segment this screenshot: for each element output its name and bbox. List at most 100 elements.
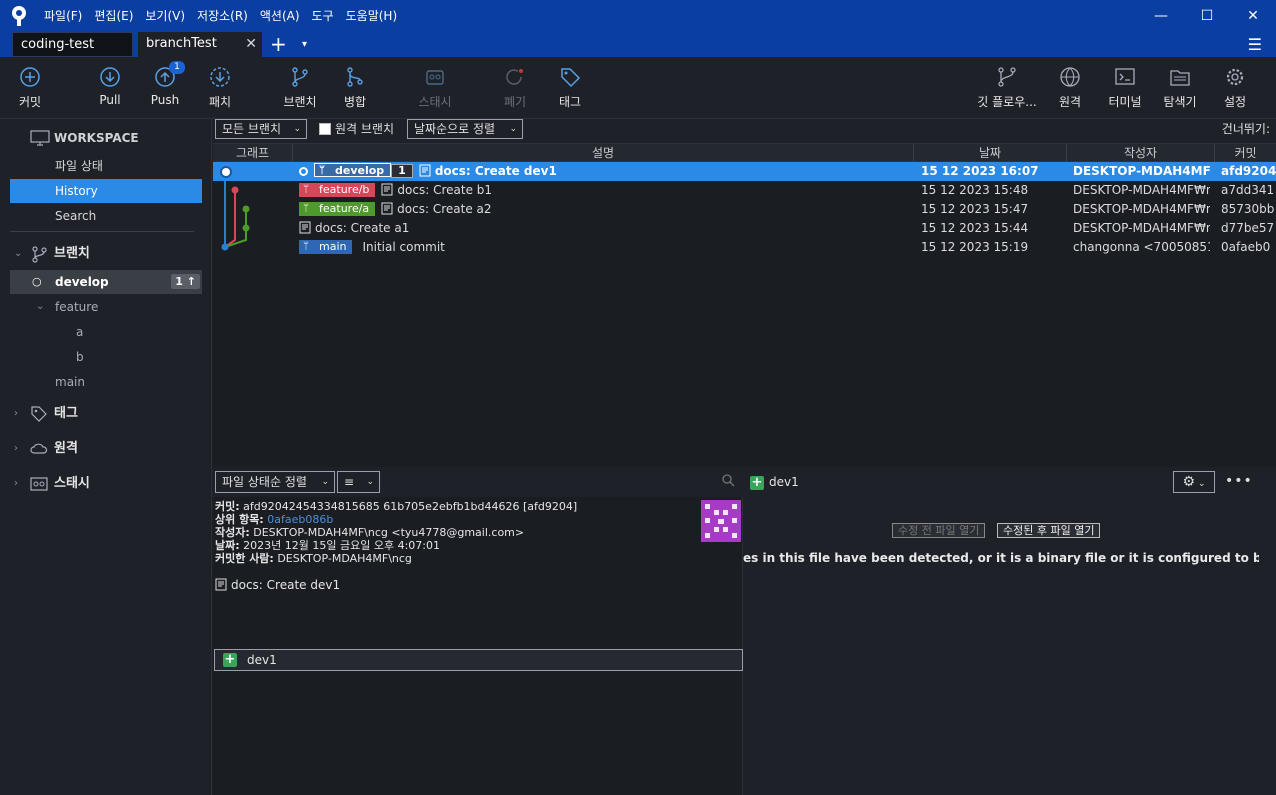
table-row[interactable]: ᛘ develop 1 docs: Create dev1 15 12 2023 16… [213, 162, 1276, 181]
git-flow-icon [970, 57, 1044, 97]
avatar [701, 500, 741, 542]
workspace-section[interactable]: WORKSPACE [0, 125, 212, 151]
search-icon[interactable] [721, 473, 735, 490]
column-description[interactable]: 설명 [293, 144, 914, 162]
date-value: 2023년 12월 15일 금요일 오후 4:07:01 [243, 539, 440, 552]
commit-hash: afd9204 [1221, 164, 1276, 178]
sidebar-item-feature-folder[interactable]: ⌄ feature [10, 295, 202, 319]
commit-author: DESKTOP-MDAH4MF₩ncg [1073, 221, 1210, 235]
pull-label: Pull [99, 93, 121, 107]
menu-tools[interactable]: 도구 [306, 0, 340, 32]
stash-icon [405, 57, 465, 97]
sort-order-dropdown[interactable]: 날짜순으로 정렬 ⌄ [407, 119, 523, 139]
branch-filter-dropdown[interactable]: 모든 브랜치 ⌄ [215, 119, 307, 139]
sidebar-item-search[interactable]: Search [10, 204, 202, 228]
settings-button[interactable]: 설정 [1205, 57, 1265, 119]
branch-label-feature-a: ᛘ feature/a [299, 202, 376, 216]
stash-button[interactable]: 스태시 [405, 57, 465, 119]
maximize-button[interactable]: ☐ [1184, 0, 1230, 32]
current-commit-node-icon [220, 166, 232, 178]
hamburger-menu-icon[interactable]: ☰ [1248, 35, 1262, 54]
git-flow-button[interactable]: 깃 플로우... [970, 57, 1044, 119]
close-window-button[interactable]: ✕ [1230, 0, 1276, 32]
remote-branches-checkbox[interactable]: 원격 브랜치 [319, 119, 394, 139]
parent-link[interactable]: 0afaeb086b [267, 513, 333, 526]
tab-bar: coding-test branchTest ✕ + ▾ ☰ [0, 32, 1276, 57]
terminal-button[interactable]: 터미널 [1095, 57, 1155, 119]
minimize-button[interactable]: — [1138, 0, 1184, 32]
table-row[interactable]: ᛘ feature/b docs: Create b1 15 12 2023 15:… [213, 181, 1276, 200]
tag-button[interactable]: 태그 [540, 57, 600, 119]
sidebar-item-history[interactable]: History [10, 179, 202, 203]
document-icon [299, 221, 311, 234]
stashes-section[interactable]: › 스태시 [0, 471, 212, 497]
column-commit[interactable]: 커밋 [1215, 144, 1276, 162]
terminal-icon [1095, 57, 1155, 97]
merge-button[interactable]: 병합 [325, 57, 385, 119]
explorer-button[interactable]: 탐색기 [1150, 57, 1210, 119]
close-tab-icon[interactable]: ✕ [245, 32, 257, 56]
current-branch-dot-icon: ○ [32, 275, 42, 288]
pull-button[interactable]: Pull [80, 57, 140, 119]
fetch-button[interactable]: 패치 [190, 57, 250, 119]
commit-description: ᛘ main Initial commit [299, 238, 909, 257]
tag-icon [540, 57, 600, 97]
menu-help[interactable]: 도움말(H) [340, 0, 404, 32]
branches-section[interactable]: ⌄ 브랜치 [0, 241, 212, 267]
branch-button[interactable]: 브랜치 [270, 57, 330, 119]
more-options-icon[interactable]: ••• [1225, 473, 1253, 489]
author-label: 작성자: [215, 526, 250, 539]
date-line: 날짜: 2023년 12월 15일 금요일 오후 4:07:01 [215, 539, 577, 552]
tab-list-dropdown[interactable]: ▾ [302, 34, 307, 56]
tab-branchtest[interactable]: branchTest ✕ [138, 32, 262, 57]
tab-coding-test[interactable]: coding-test [12, 32, 133, 57]
table-row[interactable]: docs: Create a1 15 12 2023 15:44 DESKTOP… [213, 219, 1276, 238]
column-graph[interactable]: 그래프 [213, 144, 293, 162]
discard-button[interactable]: 폐기 [485, 57, 545, 119]
commit-id-line: 커밋: afd92042454334815685 61b705e2ebfb1bd… [215, 500, 577, 513]
commit-hash: 85730bb [1221, 202, 1275, 216]
sidebar-item-feature-b[interactable]: b [10, 345, 202, 369]
commit-author: DESKTOP-MDAH4MF₩ncg [1073, 202, 1210, 216]
branch-label-main: ᛘ main [299, 240, 353, 254]
details-toolbar: 파일 상태순 정렬 ⌄ ≡ ⌄ [213, 467, 743, 497]
open-after-file-button[interactable]: 수정된 후 파일 열기 [997, 523, 1101, 538]
view-mode-dropdown[interactable]: ≡ ⌄ [337, 471, 380, 493]
menu-edit[interactable]: 편집(E) [88, 0, 139, 32]
stash-icon [30, 475, 48, 503]
commit-message: docs: Create dev1 [434, 164, 557, 178]
ahead-count: 1 [175, 275, 183, 288]
remote-button[interactable]: 원격 [1040, 57, 1100, 119]
diff-panel: + dev1 ⚙ ⌄ ••• 수정 전 파일 열기 수정된 후 파일 열기 es … [743, 467, 1276, 795]
open-before-file-button[interactable]: 수정 전 파일 열기 [892, 523, 986, 538]
column-author[interactable]: 작성자 [1067, 144, 1215, 162]
develop-label: develop [55, 275, 109, 289]
sidebar-item-main[interactable]: main [10, 370, 202, 394]
sidebar-item-develop[interactable]: ○ develop 1 ↑ [10, 270, 202, 294]
parent-line: 상위 항목: 0afaeb086b [215, 513, 577, 526]
table-row[interactable]: ᛘ feature/a docs: Create a2 15 12 2023 15:… [213, 200, 1276, 219]
committer-value: DESKTOP-MDAH4MF\ncg [277, 552, 412, 565]
add-tab-button[interactable]: + [270, 33, 287, 55]
remotes-section[interactable]: › 원격 [0, 436, 212, 462]
file-sort-dropdown[interactable]: 파일 상태순 정렬 ⌄ [215, 471, 335, 493]
commit-button[interactable]: 커밋 [0, 57, 60, 119]
diff-options-dropdown[interactable]: ⚙ ⌄ [1173, 471, 1215, 493]
push-button[interactable]: 1 Push [135, 57, 195, 119]
table-row[interactable]: ᛘ main Initial commit 15 12 2023 15:19 cha… [213, 238, 1276, 257]
menu-actions[interactable]: 액션(A) [254, 0, 306, 32]
parent-label: 상위 항목: [215, 513, 264, 526]
commit-id-value: afd92042454334815685 61b705e2ebfb1bd4462… [243, 500, 578, 513]
menu-file[interactable]: 파일(F) [38, 0, 88, 32]
commit-message-line: docs: Create dev1 [215, 578, 577, 592]
sidebar-item-feature-a[interactable]: a [10, 320, 202, 344]
sidebar-item-file-status[interactable]: 파일 상태 [10, 154, 202, 178]
remotes-label: 원격 [54, 441, 78, 456]
changed-file-row[interactable]: + dev1 [214, 649, 743, 671]
tags-section[interactable]: › 태그 [0, 401, 212, 427]
menu-view[interactable]: 보기(V) [139, 0, 191, 32]
column-date[interactable]: 날짜 [914, 144, 1067, 162]
sidebar: WORKSPACE 파일 상태 History Search ⌄ 브랜치 ○ d… [0, 119, 212, 795]
chevron-down-icon: ⌄ [1198, 479, 1206, 489]
menu-repository[interactable]: 저장소(R) [191, 0, 254, 32]
